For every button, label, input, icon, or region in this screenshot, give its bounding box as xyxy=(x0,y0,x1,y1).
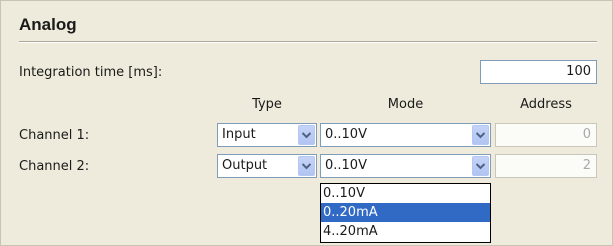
channel-1-mode-select[interactable]: 0..10V xyxy=(320,123,491,147)
channel-2-type-value: Output xyxy=(222,158,268,173)
section-divider-highlight xyxy=(19,42,597,43)
integration-time-input[interactable]: 100 xyxy=(480,60,597,84)
channel-1-type-select[interactable]: Input xyxy=(217,123,317,147)
chevron-down-icon xyxy=(476,163,485,170)
chevron-down-icon xyxy=(476,132,485,139)
channel-1-mode-dropdown-button[interactable] xyxy=(472,125,489,145)
address-column-header: Address xyxy=(520,97,572,112)
analog-panel: Analog Integration time [ms]: 100 Type M… xyxy=(0,0,613,246)
mode-option-0-10v[interactable]: 0..10V xyxy=(321,184,490,203)
section-title: Analog xyxy=(19,15,77,34)
channel-2-address-input: 2 xyxy=(495,154,597,178)
channel-2-type-dropdown-button[interactable] xyxy=(298,156,315,176)
channel-1-type-dropdown-button[interactable] xyxy=(298,125,315,145)
type-column-header: Type xyxy=(252,97,282,112)
chevron-down-icon xyxy=(302,163,311,170)
chevron-down-icon xyxy=(302,132,311,139)
channel-2-mode-value: 0..10V xyxy=(325,158,367,173)
channel-2-mode-dropdown-list: 0..10V 0..20mA 4..20mA xyxy=(320,183,491,243)
mode-column-header: Mode xyxy=(387,97,424,112)
mode-option-0-20ma[interactable]: 0..20mA xyxy=(321,203,490,222)
channel-2-mode-select[interactable]: 0..10V xyxy=(320,154,491,178)
channel-1-label: Channel 1: xyxy=(19,128,90,143)
channel-2-mode-dropdown-button[interactable] xyxy=(472,156,489,176)
channel-1-address-input: 0 xyxy=(495,123,597,147)
channel-1-mode-value: 0..10V xyxy=(325,127,367,142)
channel-1-type-value: Input xyxy=(222,127,256,142)
mode-option-4-20ma[interactable]: 4..20mA xyxy=(321,222,490,241)
integration-time-label: Integration time [ms]: xyxy=(19,65,163,80)
channel-2-label: Channel 2: xyxy=(19,159,90,174)
channel-2-type-select[interactable]: Output xyxy=(217,154,317,178)
